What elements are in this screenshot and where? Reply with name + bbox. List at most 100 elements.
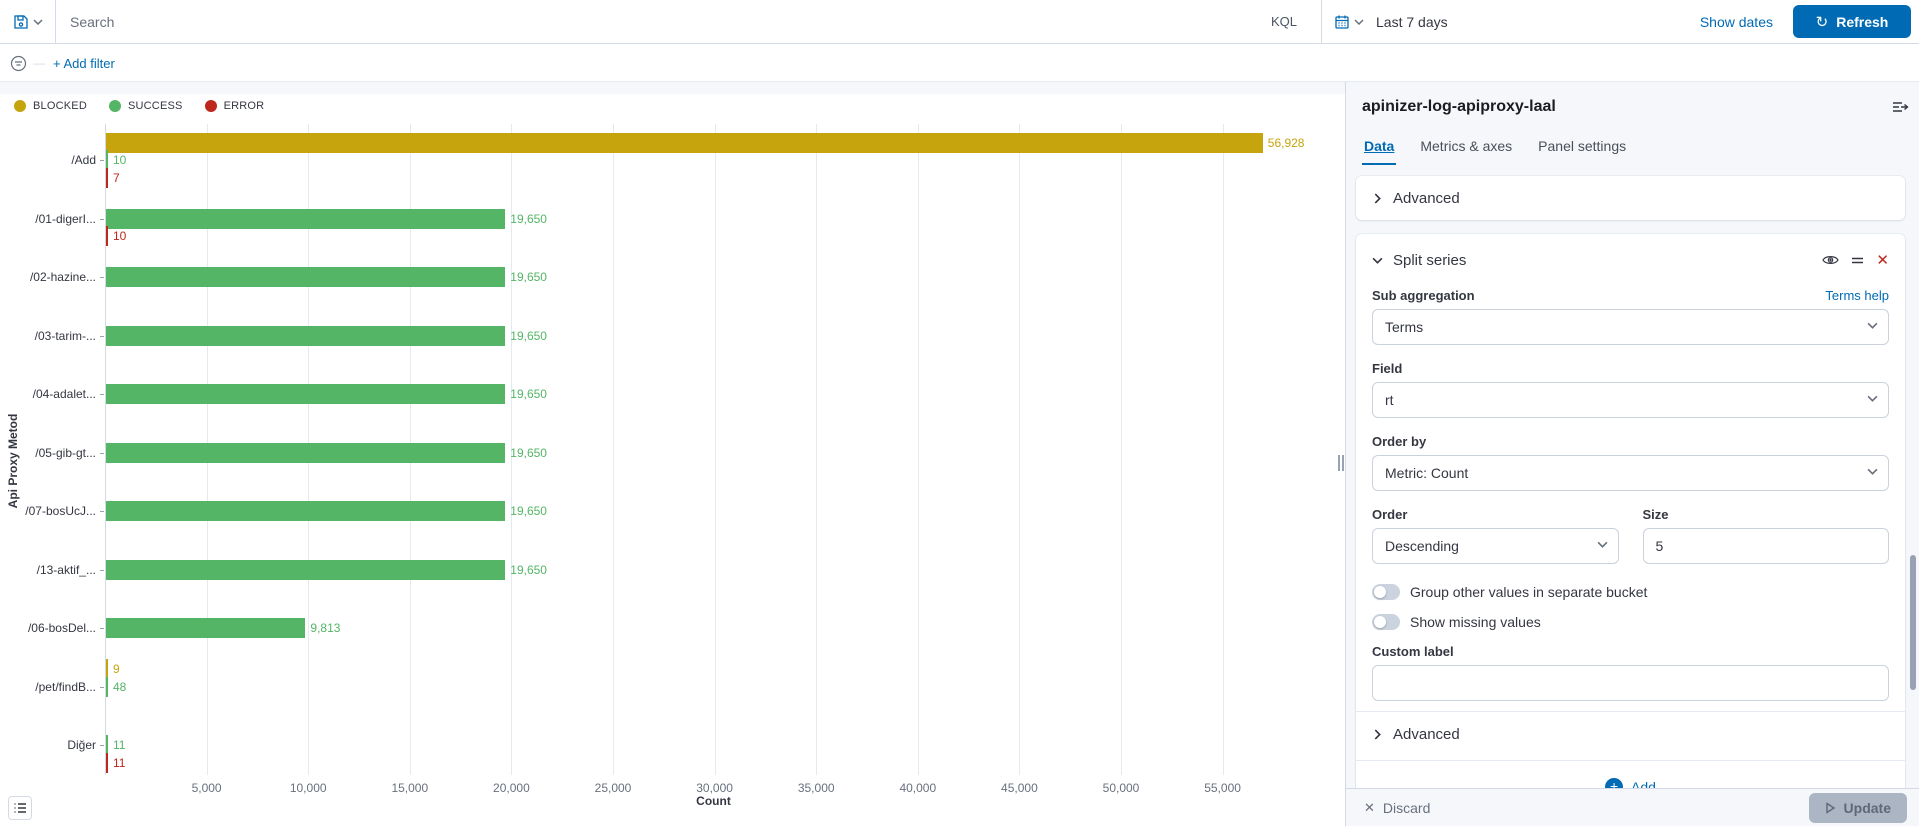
refresh-icon: ↻ (1816, 13, 1829, 31)
advanced-accordion-top[interactable]: Advanced (1356, 176, 1905, 220)
gridline (918, 124, 919, 775)
advanced-accordion-bottom[interactable]: Advanced (1372, 712, 1889, 756)
bar-value-label: 11 (113, 738, 125, 752)
y-axis-category-label: /07-bosUcJ... (4, 504, 96, 518)
bar-success[interactable] (106, 384, 505, 404)
x-axis-tick-label: 35,000 (798, 781, 835, 795)
size-input[interactable] (1643, 528, 1890, 564)
bar-value-label: 10 (113, 153, 126, 167)
y-axis-tick (100, 745, 104, 746)
order-by-select[interactable]: Metric: Count (1372, 455, 1889, 491)
discard-button[interactable]: ✕ Discard (1364, 800, 1809, 816)
chevron-right-icon (1372, 193, 1383, 204)
remove-series-icon[interactable]: ✕ (1876, 251, 1889, 269)
bar-success[interactable] (106, 618, 305, 638)
refresh-button[interactable]: ↻ Refresh (1793, 5, 1911, 38)
y-axis-tick (100, 277, 104, 278)
search-bar: KQL (56, 0, 1321, 43)
bar-value-label: 19,650 (510, 329, 547, 343)
y-axis-category-label: /13-aktif_... (4, 563, 96, 577)
x-axis-tick-label: 20,000 (493, 781, 530, 795)
saved-query-menu-button[interactable] (0, 0, 56, 43)
accordion-label: Advanced (1393, 726, 1460, 743)
bar-error[interactable] (106, 753, 108, 773)
drag-handle-icon[interactable] (1851, 256, 1864, 265)
calendar-menu-button[interactable] (1332, 14, 1368, 30)
bar-success[interactable] (106, 267, 505, 287)
bar-value-label: 19,650 (510, 270, 547, 284)
split-series-title: Split series (1393, 252, 1812, 269)
filter-bar: — + Add filter (0, 45, 1919, 82)
filter-icon[interactable] (10, 55, 27, 72)
sub-aggregation-select[interactable]: Terms (1372, 309, 1889, 345)
bar-value-label: 7 (113, 171, 120, 185)
split-series-header[interactable]: Split series ✕ (1372, 246, 1889, 274)
field-select[interactable]: rt (1372, 382, 1889, 418)
y-axis-tick (100, 570, 104, 571)
y-axis-category-label: /03-tarim-... (4, 329, 96, 343)
order-select[interactable]: Descending (1372, 528, 1619, 564)
collapse-sidebar-icon[interactable] (1891, 100, 1909, 114)
terms-help-link[interactable]: Terms help (1825, 288, 1889, 303)
toggle-switch-off (1372, 584, 1400, 600)
bar-success[interactable] (106, 443, 505, 463)
bar-success[interactable] (106, 677, 108, 697)
y-axis-category-label: Diğer (4, 738, 96, 752)
update-button-disabled[interactable]: Update (1809, 793, 1907, 823)
bar-success[interactable] (106, 501, 505, 521)
custom-label-label: Custom label (1372, 644, 1454, 659)
bar-error[interactable] (106, 226, 108, 246)
kql-button[interactable]: KQL (1261, 14, 1307, 29)
y-axis-category-label: /06-bosDel... (4, 621, 96, 635)
chevron-down-icon (1867, 468, 1878, 475)
bar-blocked[interactable] (106, 133, 1263, 153)
tab-data[interactable]: Data (1362, 132, 1396, 165)
chevron-down-icon (1372, 255, 1383, 266)
accordion-label: Advanced (1393, 190, 1460, 207)
chevron-down-icon (1867, 395, 1878, 402)
gridline (816, 124, 817, 775)
close-icon: ✕ (1364, 800, 1375, 816)
query-toolbar: KQL Last 7 days Show dates ↻ Refresh (0, 0, 1919, 44)
scrollbar-thumb[interactable] (1910, 555, 1916, 690)
y-axis-category-label: /01-digerI... (4, 212, 96, 226)
search-input[interactable] (70, 14, 1261, 30)
bar-error[interactable] (106, 168, 108, 188)
gridline (1223, 124, 1224, 775)
y-axis-tick (100, 160, 104, 161)
chevron-down-icon (1867, 322, 1878, 329)
field-label: Field (1372, 361, 1402, 376)
y-axis-tick (100, 336, 104, 337)
filter-divider: — (33, 56, 45, 70)
gridline (1019, 124, 1020, 775)
time-range-value[interactable]: Last 7 days (1376, 14, 1692, 30)
tab-metrics-axes[interactable]: Metrics & axes (1418, 132, 1514, 165)
bar-value-label: 10 (113, 229, 126, 243)
bar-success[interactable] (106, 560, 505, 580)
bar-value-label: 19,650 (510, 563, 547, 577)
show-dates-link[interactable]: Show dates (1700, 14, 1773, 30)
editor-tabs: Data Metrics & axes Panel settings (1362, 132, 1628, 165)
tab-panel-settings[interactable]: Panel settings (1536, 132, 1628, 165)
group-other-values-toggle[interactable]: Group other values in separate bucket (1372, 584, 1889, 600)
y-axis-tick (100, 394, 104, 395)
panel-resizer-handle[interactable] (1337, 452, 1345, 474)
visibility-eye-icon[interactable] (1822, 254, 1839, 266)
visualization-panel: BLOCKED SUCCESS ERROR Api Proxy Metod 5,… (0, 94, 1345, 826)
editor-scroll-area: Advanced Split series (1356, 176, 1905, 786)
y-axis-tick (100, 628, 104, 629)
toggle-label: Group other values in separate bucket (1410, 584, 1647, 600)
legend-toggle-button[interactable] (8, 796, 32, 820)
show-missing-values-toggle[interactable]: Show missing values (1372, 614, 1889, 630)
chevron-down-icon (1354, 19, 1364, 25)
sub-aggregation-label: Sub aggregation (1372, 288, 1475, 303)
bar-success[interactable] (106, 326, 505, 346)
custom-label-input[interactable] (1372, 665, 1889, 701)
bar-success[interactable] (106, 209, 505, 229)
toggle-label: Show missing values (1410, 614, 1541, 630)
bar-value-label: 11 (113, 756, 125, 770)
y-axis-tick (100, 511, 104, 512)
chevron-down-icon (1597, 541, 1608, 548)
add-filter-link[interactable]: + Add filter (53, 56, 115, 71)
x-axis-tick-label: 25,000 (595, 781, 632, 795)
